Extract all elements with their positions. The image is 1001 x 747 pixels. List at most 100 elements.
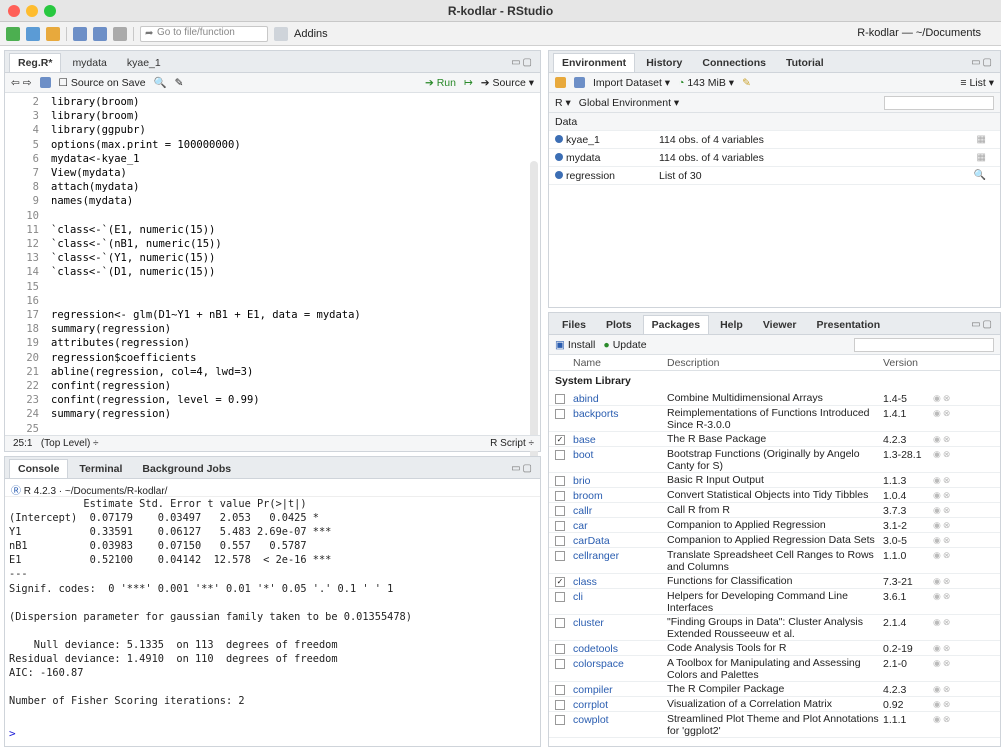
package-name-link[interactable]: broom	[573, 490, 667, 502]
back-arrow-icon[interactable]: ⇦ ⇨	[11, 77, 32, 89]
package-actions-icon[interactable]: ◉⊗	[933, 434, 957, 445]
package-name-link[interactable]: codetools	[573, 643, 667, 655]
expand-icon[interactable]	[555, 152, 563, 161]
pane-minmax-icon[interactable]: ▭▢	[971, 319, 994, 330]
code-line[interactable]: names(mydata)	[51, 194, 133, 208]
project-menu[interactable]: R-kodlar — ~/Documents	[857, 27, 981, 39]
pane-minmax-icon[interactable]: ▭▢	[971, 57, 994, 68]
code-line[interactable]: `class<-`(D1, numeric(15))	[51, 265, 215, 279]
tab-files[interactable]: Files	[553, 315, 595, 334]
code-line[interactable]: attach(mydata)	[51, 180, 140, 194]
package-name-link[interactable]: compiler	[573, 684, 667, 696]
package-checkbox[interactable]	[555, 618, 565, 628]
view-list-icon[interactable]: 🔍	[974, 170, 986, 181]
save-icon[interactable]	[73, 26, 87, 41]
package-actions-icon[interactable]: ◉⊗	[933, 658, 957, 669]
package-name-link[interactable]: car	[573, 520, 667, 532]
package-checkbox[interactable]	[555, 644, 565, 654]
tab-mydata[interactable]: mydata	[63, 53, 115, 72]
column-name[interactable]: Name	[573, 357, 667, 369]
package-checkbox[interactable]	[555, 394, 565, 404]
code-line[interactable]: View(mydata)	[51, 166, 127, 180]
code-line[interactable]: confint(regression, level = 0.99)	[51, 393, 260, 407]
tab-terminal[interactable]: Terminal	[70, 459, 131, 478]
editor-scrollbar[interactable]	[530, 161, 538, 481]
expand-icon[interactable]	[555, 134, 563, 143]
package-name-link[interactable]: colorspace	[573, 658, 667, 670]
package-actions-icon[interactable]: ◉⊗	[933, 550, 957, 561]
list-view-selector[interactable]: ≡ List ▾	[960, 77, 994, 89]
package-name-link[interactable]: brio	[573, 475, 667, 487]
package-actions-icon[interactable]: ◉⊗	[933, 449, 957, 460]
package-actions-icon[interactable]: ◉⊗	[933, 617, 957, 628]
package-actions-icon[interactable]: ◉⊗	[933, 699, 957, 710]
open-file-icon[interactable]	[46, 26, 60, 41]
view-table-icon[interactable]: ▦	[977, 134, 986, 145]
package-actions-icon[interactable]: ◉⊗	[933, 535, 957, 546]
tab-help[interactable]: Help	[711, 315, 752, 334]
package-name-link[interactable]: backports	[573, 408, 667, 420]
tab-environment[interactable]: Environment	[553, 53, 636, 72]
language-selector[interactable]: R ▾	[555, 97, 571, 109]
package-actions-icon[interactable]: ◉⊗	[933, 408, 957, 419]
tab-history[interactable]: History	[637, 53, 691, 72]
save-icon[interactable]	[39, 77, 51, 88]
view-table-icon[interactable]: ▦	[977, 152, 986, 163]
grid-layout-icon[interactable]	[274, 26, 288, 41]
package-name-link[interactable]: callr	[573, 505, 667, 517]
expand-icon[interactable]	[555, 170, 563, 179]
tab-kyae-1[interactable]: kyae_1	[118, 53, 170, 72]
package-checkbox[interactable]	[555, 476, 565, 486]
package-checkbox[interactable]	[555, 700, 565, 710]
install-button[interactable]: ▣ Install	[555, 339, 595, 351]
package-checkbox[interactable]	[555, 592, 565, 602]
scope-selector[interactable]: (Top Level) ÷	[41, 438, 99, 449]
package-name-link[interactable]: cli	[573, 591, 667, 603]
import-dataset-button[interactable]: Import Dataset ▾	[593, 77, 670, 89]
code-line[interactable]: `class<-`(nB1, numeric(15))	[51, 237, 222, 251]
pane-minmax-icon[interactable]: ▭▢	[511, 57, 534, 68]
tab-console[interactable]: Console	[9, 459, 69, 478]
code-line[interactable]: `class<-`(E1, numeric(15))	[51, 223, 215, 237]
package-actions-icon[interactable]: ◉⊗	[933, 393, 957, 404]
code-line[interactable]: abline(regression, col=4, lwd=3)	[51, 365, 253, 379]
search-icon[interactable]: 🔍	[154, 76, 167, 89]
package-name-link[interactable]: abind	[573, 393, 667, 405]
file-type-selector[interactable]: R Script ÷	[490, 436, 534, 451]
tab-connections[interactable]: Connections	[693, 53, 775, 72]
environment-row[interactable]: mydata 114 obs. of 4 variables ▦	[549, 149, 1000, 167]
package-checkbox[interactable]	[555, 536, 565, 546]
code-line[interactable]: `class<-`(Y1, numeric(15))	[51, 251, 215, 265]
code-line[interactable]: attributes(regression)	[51, 336, 190, 350]
code-area[interactable]: 2 library(broom) 3 library(broom) 4 library(g…	[5, 95, 540, 441]
environment-row[interactable]: kyae_1 114 obs. of 4 variables ▦	[549, 131, 1000, 149]
package-checkbox[interactable]	[555, 521, 565, 531]
package-checkbox[interactable]	[555, 685, 565, 695]
new-project-icon[interactable]	[26, 26, 40, 41]
package-actions-icon[interactable]: ◉⊗	[933, 576, 957, 587]
code-line[interactable]: mydata<-kyae_1	[51, 152, 140, 166]
new-file-icon[interactable]	[6, 26, 20, 41]
memory-usage[interactable]: ◔ 143 MiB ▾	[678, 77, 734, 89]
package-actions-icon[interactable]: ◉⊗	[933, 591, 957, 602]
tab-plots[interactable]: Plots	[597, 315, 641, 334]
package-name-link[interactable]: cluster	[573, 617, 667, 629]
package-name-link[interactable]: cowplot	[573, 714, 667, 726]
code-line[interactable]: summary(regression)	[51, 322, 171, 336]
column-version[interactable]: Version	[883, 357, 933, 369]
source-button[interactable]: ➔ Source ▾	[481, 77, 534, 89]
package-actions-icon[interactable]: ◉⊗	[933, 714, 957, 725]
rerun-icon[interactable]: ↦	[464, 77, 473, 89]
source-on-save-checkbox[interactable]: ☐ Source on Save	[59, 77, 146, 89]
tab-viewer[interactable]: Viewer	[754, 315, 806, 334]
load-workspace-icon[interactable]	[555, 77, 566, 88]
package-checkbox[interactable]	[555, 409, 565, 419]
tab-tutorial[interactable]: Tutorial	[777, 53, 833, 72]
package-actions-icon[interactable]: ◉⊗	[933, 643, 957, 654]
tab-background-jobs[interactable]: Background Jobs	[133, 459, 240, 478]
code-line[interactable]: summary(regression)	[51, 407, 171, 421]
package-actions-icon[interactable]: ◉⊗	[933, 520, 957, 531]
run-button[interactable]: ➔ Run	[425, 77, 456, 89]
package-checkbox[interactable]	[555, 491, 565, 501]
magic-wand-icon[interactable]: ✎	[175, 77, 184, 89]
